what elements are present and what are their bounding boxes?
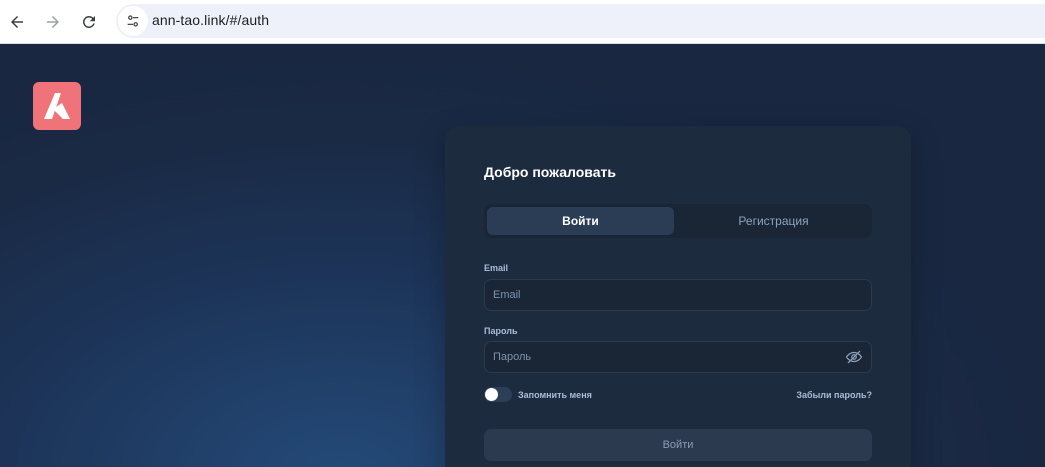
browser-toolbar: ann-tao.link/#/auth bbox=[0, 0, 1045, 44]
toggle-knob bbox=[485, 388, 498, 401]
password-field[interactable] bbox=[484, 341, 872, 373]
arrow-left-icon bbox=[11, 16, 23, 28]
back-button[interactable] bbox=[1, 6, 33, 38]
forward-button[interactable] bbox=[37, 6, 69, 38]
auth-title: Добро пожаловать bbox=[484, 164, 616, 180]
url-text[interactable]: ann-tao.link/#/auth bbox=[152, 12, 269, 28]
address-bar[interactable]: ann-tao.link/#/auth bbox=[116, 4, 1045, 38]
auth-page: Добро пожаловать Войти Регистрация Email… bbox=[0, 44, 1045, 467]
remember-me-label: Запомнить меня bbox=[518, 390, 592, 400]
login-submit-button[interactable]: Войти bbox=[484, 429, 872, 461]
tab-login[interactable]: Войти bbox=[487, 207, 674, 235]
tune-icon bbox=[127, 15, 139, 27]
email-label: Email bbox=[484, 263, 509, 273]
auth-tabs: Войти Регистрация bbox=[484, 204, 872, 238]
password-label: Пароль bbox=[484, 326, 518, 336]
reload-icon bbox=[82, 15, 95, 28]
brand-logo-icon bbox=[44, 93, 70, 119]
eye-off-icon bbox=[845, 350, 863, 364]
auth-card: Добро пожаловать Войти Регистрация Email… bbox=[445, 126, 911, 467]
brand-logo bbox=[33, 82, 81, 130]
forgot-password-link[interactable]: Забыли пароль? bbox=[796, 390, 872, 400]
reload-button[interactable] bbox=[73, 6, 105, 38]
tab-register[interactable]: Регистрация bbox=[678, 207, 869, 235]
password-visibility-toggle[interactable] bbox=[845, 348, 863, 366]
email-field[interactable] bbox=[484, 279, 872, 311]
site-info-button[interactable] bbox=[118, 6, 148, 36]
arrow-right-icon bbox=[47, 16, 59, 28]
remember-me-toggle[interactable] bbox=[484, 387, 512, 402]
